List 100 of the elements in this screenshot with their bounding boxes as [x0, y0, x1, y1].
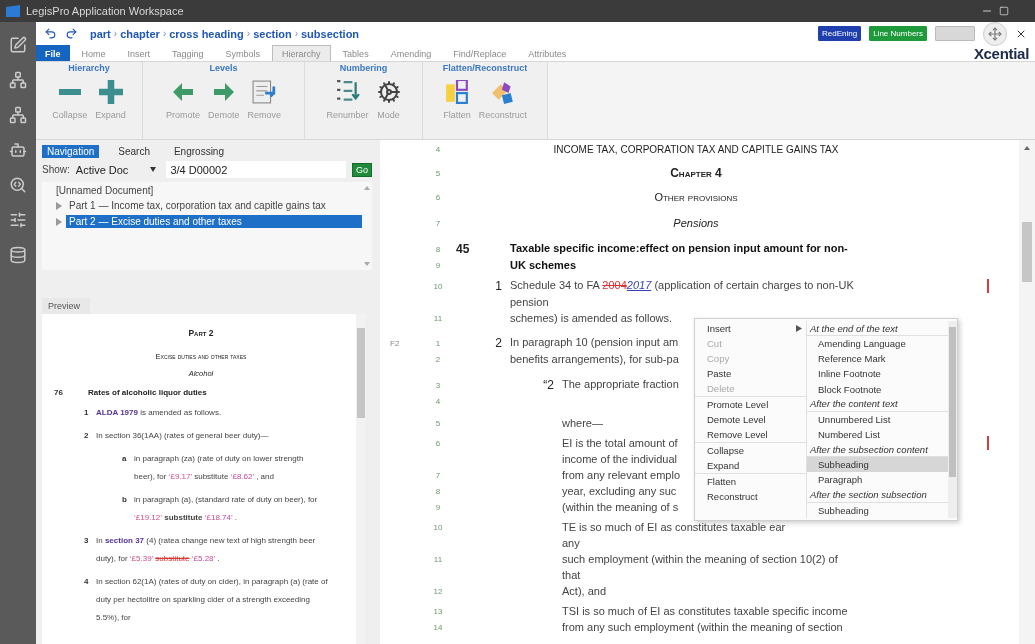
preview-number: 1 [84, 407, 90, 419]
paragraph-text: such employment (within the meaning of section 10(2) of [562, 553, 838, 565]
menu-item[interactable]: Numbered List [807, 426, 948, 443]
ribbon-tab[interactable]: Amending [380, 45, 442, 61]
paragraph-text: Act), and [562, 585, 607, 597]
menu-item[interactable]: Block Footnote [807, 381, 948, 397]
breadcrumb-link[interactable]: chapter [120, 27, 160, 40]
menu-item[interactable]: Paste [695, 366, 806, 381]
scroll-up-icon[interactable] [1024, 146, 1030, 150]
menu-item[interactable]: Insert [695, 321, 806, 336]
expand-arrow-icon[interactable] [56, 217, 62, 226]
ribbon-tab[interactable]: Tagging [162, 45, 214, 61]
ribbon-tab[interactable]: Home [71, 45, 116, 61]
scrollbar[interactable] [1019, 140, 1035, 644]
menu-item[interactable]: Remove Level [695, 427, 806, 442]
panel-tab[interactable]: Search [113, 145, 155, 158]
breadcrumb-separator: › [246, 28, 251, 39]
line-number: 2 [434, 354, 442, 364]
toggle-button[interactable] [935, 26, 975, 41]
go-button[interactable]: Go [352, 162, 372, 177]
section-heading: UK schemes [510, 259, 577, 271]
menu-item[interactable]: Reconstruct [695, 489, 806, 504]
menu-item[interactable]: Paragraph [807, 472, 948, 488]
menu-item[interactable]: Subheading [807, 457, 948, 473]
shapes-icon [490, 80, 515, 104]
paragraph-text: TE is so much of EI as constitutes taxable ear [562, 521, 786, 533]
toggle-button[interactable]: Line Numbers [869, 26, 927, 41]
preview-number: b [122, 494, 128, 506]
paragraph-text: TSI is so much of EI as constitutes taxable specific income [562, 605, 848, 617]
group-title: Numbering [339, 63, 388, 73]
move-handle[interactable] [983, 21, 1007, 46]
ribbon-tab[interactable]: Symbols [215, 45, 271, 61]
breadcrumb-link[interactable]: section [253, 27, 292, 40]
scrollbar[interactable] [948, 321, 957, 518]
minus-icon [58, 89, 81, 95]
tree-item[interactable]: Part 1 — Income tax, corporation tax and capitle gains tax [66, 199, 329, 212]
section-number: 45 [456, 242, 471, 256]
line-number: 4 [434, 396, 442, 406]
show-dropdown[interactable]: Active Doc [75, 163, 161, 176]
maximize-icon[interactable] [999, 6, 1009, 16]
preview-number: a [122, 453, 128, 465]
window-title: LegisPro Application Workspace [26, 5, 184, 17]
menu-item[interactable]: Flatten [695, 474, 806, 489]
menu-item[interactable]: Amending Language [807, 336, 948, 352]
line-marker: F2 [389, 338, 401, 348]
paragraph-text: benefits arrangements), for sub-pa [510, 353, 679, 365]
paragraph-number: 1 [494, 279, 503, 293]
document-field[interactable]: 3/4 D00002 [166, 161, 346, 178]
search-icon[interactable] [9, 176, 27, 194]
toggle-button[interactable]: RedEning [818, 26, 862, 41]
preview-number: 76 [54, 387, 64, 399]
line-number: 10 [432, 522, 444, 532]
line-number: 11 [432, 554, 444, 564]
ribbon-tab[interactable]: Find/Replace [443, 45, 517, 61]
tree-item[interactable]: [Unnamed Document] [56, 185, 362, 196]
menu-item[interactable]: Reference Mark [807, 351, 948, 367]
menu-item[interactable]: Collapse [695, 443, 806, 458]
paragraph-text: Schedule 34 to FA 20042017 (application of certain charges to non-UK [510, 279, 854, 293]
ribbon-tab[interactable]: Tables [332, 45, 379, 61]
menu-item[interactable]: Expand [695, 458, 806, 473]
menu-item[interactable]: Subheading [807, 502, 948, 518]
ribbon-tab[interactable]: Attributes [518, 45, 577, 61]
hierarchy-icon[interactable] [9, 106, 27, 124]
menu-item[interactable]: Promote Level [695, 397, 806, 412]
panel-tab[interactable]: Navigation [42, 145, 100, 158]
preview-tab[interactable]: Preview [42, 298, 90, 314]
scrollbar-thumb[interactable] [1022, 222, 1032, 282]
ribbon-tab[interactable]: Insert [117, 45, 161, 61]
line-number: 9 [434, 502, 442, 512]
line-number: 7 [434, 470, 442, 480]
scrollbar-thumb[interactable] [949, 327, 956, 477]
menu-item[interactable]: Inline Footnote [807, 366, 948, 382]
redo-icon[interactable] [65, 27, 78, 40]
numbered-list-icon [335, 80, 360, 104]
show-label: Show: [42, 164, 70, 175]
menu-item[interactable]: Unnumbered List [807, 411, 948, 427]
undo-icon[interactable] [44, 27, 57, 40]
edit-icon[interactable] [9, 36, 27, 54]
breadcrumb-link[interactable]: cross heading [169, 27, 244, 40]
menu-item[interactable]: Demote Level [695, 412, 806, 427]
paragraph-text: (within the meaning of s [562, 501, 679, 513]
paragraph-text: that [562, 569, 581, 581]
scrollbar-thumb[interactable] [357, 328, 365, 418]
breadcrumb-link[interactable]: subsection [301, 27, 360, 40]
expand-arrow-icon[interactable] [56, 201, 62, 210]
menu-section-heading: At the end of the text [807, 321, 948, 336]
ribbon-tab[interactable]: File [36, 45, 70, 61]
heading-text: INCOME TAX, CORPORATION TAX AND CAPITLE GAINS TAX [552, 143, 840, 155]
hierarchy-icon[interactable] [9, 71, 27, 89]
database-icon[interactable] [9, 246, 27, 264]
preview-text: In section 62(1A) (rates of duty on cider), in paragraph (a) (rate of duty per hectolitre on sparkling cider of a strength exceeding 5.5%), for [96, 576, 329, 624]
panel-tab[interactable]: Engrossing [168, 145, 229, 158]
paragraph-number: “2 [542, 378, 555, 392]
tree-item[interactable]: Part 2 — Excise duties and other taxes [66, 215, 362, 228]
line-number: 4 [434, 144, 442, 154]
robot-icon[interactable] [9, 141, 27, 159]
line-number: 11 [432, 313, 444, 323]
heading-text: Chapter 4 [669, 166, 723, 180]
sliders-icon[interactable] [9, 211, 27, 229]
breadcrumb-link[interactable]: part [90, 27, 111, 40]
